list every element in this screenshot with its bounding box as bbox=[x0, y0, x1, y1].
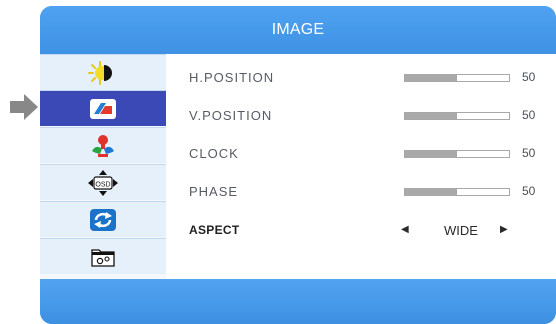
osd-menu: IMAGE OSD H.POSITION 50 V.POSITION 50 CL… bbox=[40, 6, 556, 324]
osd-header: IMAGE bbox=[40, 6, 556, 54]
h-position-row: H.POSITION 50 bbox=[166, 63, 556, 93]
selection-pointer-icon bbox=[10, 94, 38, 120]
menu-column: OSD bbox=[40, 54, 166, 279]
h-position-value: 50 bbox=[522, 70, 536, 84]
v-position-value: 50 bbox=[522, 108, 536, 122]
clock-slider-fill bbox=[405, 151, 457, 157]
osd-footer bbox=[40, 279, 556, 324]
v-position-row: V.POSITION 50 bbox=[166, 101, 556, 131]
color-icon bbox=[92, 134, 114, 157]
phase-slider-fill bbox=[405, 189, 457, 195]
image-icon bbox=[90, 98, 116, 119]
svg-text:OSD: OSD bbox=[95, 181, 110, 188]
v-position-slider[interactable] bbox=[404, 112, 510, 120]
v-position-label: V.POSITION bbox=[189, 108, 273, 123]
aspect-row: ASPECT ◀ WIDE ▶ bbox=[166, 216, 556, 246]
phase-label: PHASE bbox=[189, 184, 239, 199]
menu-item-image[interactable] bbox=[40, 90, 166, 126]
aspect-label: ASPECT bbox=[189, 223, 240, 237]
aspect-left-arrow-icon[interactable]: ◀ bbox=[401, 224, 409, 235]
aspect-right-arrow-icon[interactable]: ▶ bbox=[500, 224, 508, 235]
h-position-label: H.POSITION bbox=[189, 70, 275, 85]
clock-label: CLOCK bbox=[189, 146, 239, 161]
reset-icon bbox=[90, 208, 116, 231]
menu-item-osd[interactable]: OSD bbox=[40, 164, 166, 200]
clock-slider[interactable] bbox=[404, 150, 510, 158]
clock-row: CLOCK 50 bbox=[166, 139, 556, 169]
phase-row: PHASE 50 bbox=[166, 177, 556, 207]
brightness-contrast-icon bbox=[88, 60, 112, 85]
menu-item-reset[interactable] bbox=[40, 201, 166, 237]
phase-value: 50 bbox=[522, 184, 536, 198]
settings-folder-icon bbox=[91, 248, 115, 267]
v-position-slider-fill bbox=[405, 113, 457, 119]
phase-slider[interactable] bbox=[404, 188, 510, 196]
clock-value: 50 bbox=[522, 146, 536, 160]
settings-panel: H.POSITION 50 V.POSITION 50 CLOCK 50 PHA… bbox=[166, 54, 556, 279]
h-position-slider[interactable] bbox=[404, 74, 510, 82]
menu-item-settings[interactable] bbox=[40, 238, 166, 274]
h-position-slider-fill bbox=[405, 75, 457, 81]
menu-item-brightness-contrast[interactable] bbox=[40, 54, 166, 90]
aspect-value[interactable]: WIDE bbox=[436, 223, 486, 238]
page-title: IMAGE bbox=[271, 21, 325, 38]
menu-item-color[interactable] bbox=[40, 127, 166, 163]
osd-icon: OSD bbox=[88, 169, 118, 196]
